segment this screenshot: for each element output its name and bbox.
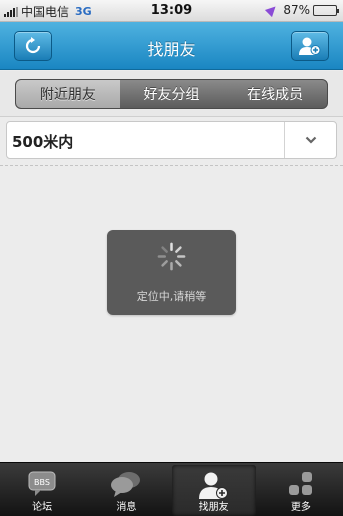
tab-friend-groups[interactable]: 好友分组: [120, 80, 224, 108]
chat-bubbles-icon: [111, 472, 141, 497]
chat-icon-wrap: [84, 468, 168, 500]
tab-nearby-friends-label: 附近朋友: [39, 87, 96, 103]
tab-bar: BBS 论坛 消息 找朋友 更多: [0, 462, 343, 516]
nav-bar: 找朋友: [0, 22, 343, 70]
tab-forum[interactable]: BBS 论坛: [0, 463, 84, 516]
battery-icon: [313, 4, 339, 16]
location-arrow-icon: [265, 2, 280, 18]
tab-online-members-label: 在线成员: [247, 87, 304, 103]
segment-bar: 附近朋友 好友分组 在线成员: [0, 71, 343, 117]
dashed-divider: [0, 165, 343, 166]
range-select[interactable]: 500米内: [6, 121, 337, 159]
tab-more[interactable]: 更多: [259, 463, 343, 516]
tab-find-friends[interactable]: 找朋友: [171, 465, 256, 516]
tab-forum-label: 论坛: [32, 502, 53, 513]
more-icon-wrap: [259, 468, 343, 500]
tab-messages[interactable]: 消息: [84, 463, 168, 516]
chevron-down-icon: [305, 136, 316, 144]
loading-text: 定位中,请稍等: [136, 290, 207, 303]
more-grid-icon: [288, 472, 312, 495]
tab-friend-groups-label: 好友分组: [143, 87, 200, 103]
battery-percent: 87%: [283, 3, 310, 17]
bbs-icon-wrap: BBS: [0, 468, 84, 500]
range-dropdown-button[interactable]: [285, 122, 336, 158]
bbs-icon-text: BBS: [34, 478, 50, 487]
segmented-control: 附近朋友 好友分组 在线成员: [15, 79, 328, 109]
spinner-icon: [157, 242, 186, 271]
loading-toast: 定位中,请稍等: [107, 230, 236, 315]
add-contact-button[interactable]: [291, 31, 329, 61]
find-friend-icon: [198, 472, 228, 499]
status-bar: 中国电信 3G 13:09 87%: [0, 0, 343, 22]
bbs-icon: BBS: [28, 471, 56, 496]
tab-nearby-friends[interactable]: 附近朋友: [16, 80, 120, 108]
range-value: 500米内: [12, 133, 74, 151]
tab-online-members[interactable]: 在线成员: [223, 80, 327, 108]
tab-messages-label: 消息: [116, 502, 137, 513]
tab-more-label: 更多: [290, 502, 311, 513]
tab-find-friends-label: 找朋友: [198, 502, 229, 513]
add-contact-icon: [299, 37, 321, 55]
status-right: 87%: [265, 2, 339, 18]
